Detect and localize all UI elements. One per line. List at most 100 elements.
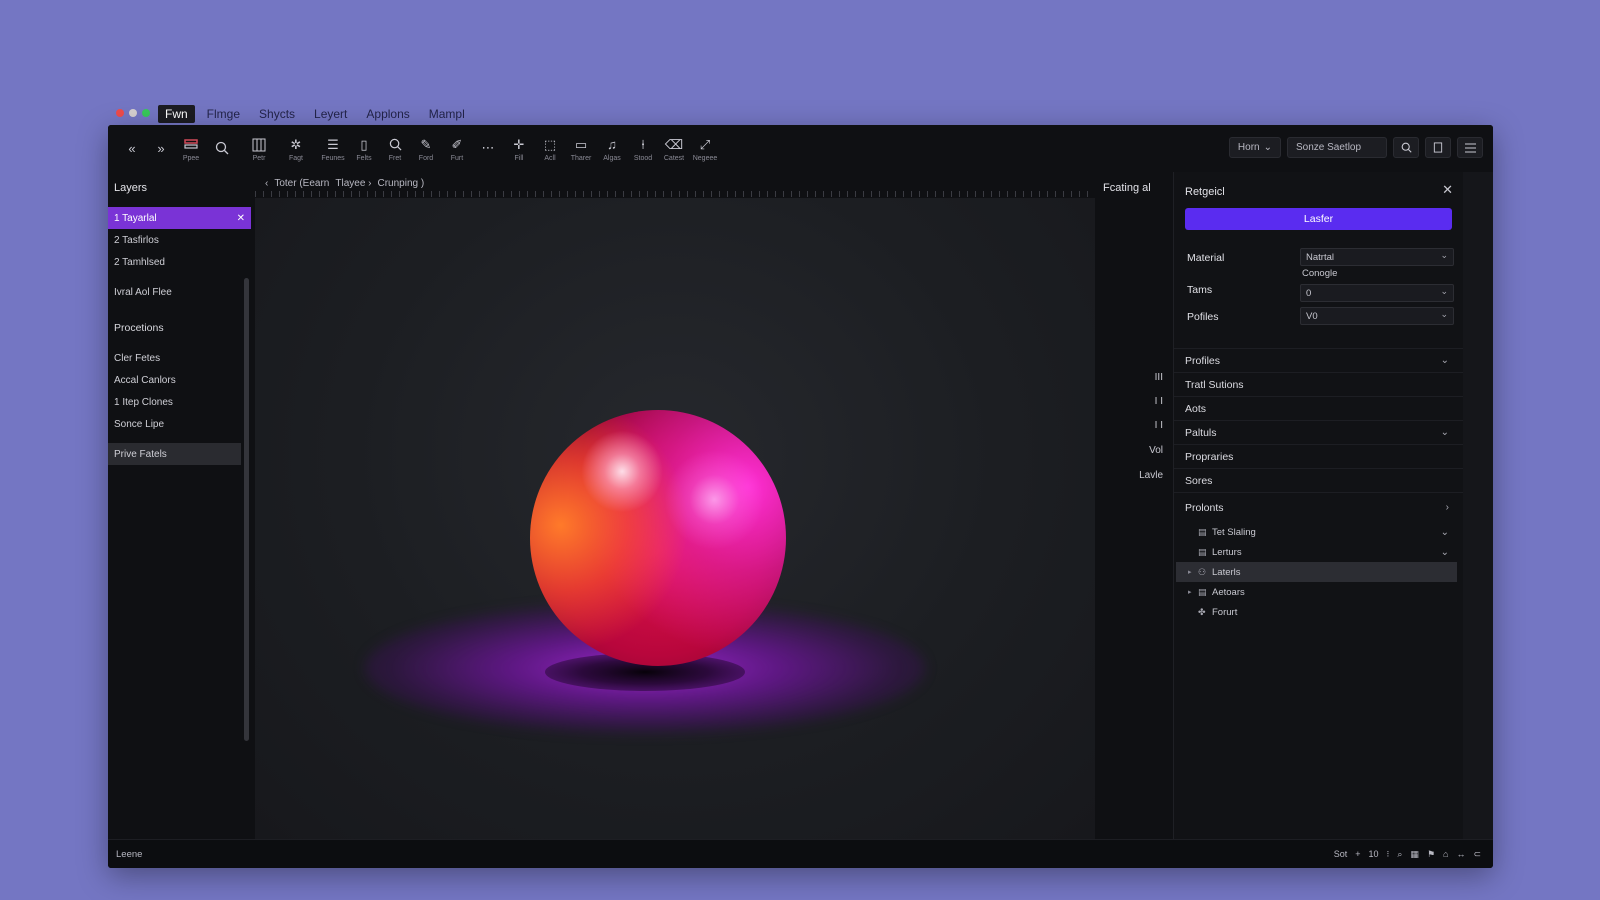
section-aots[interactable]: Aots	[1174, 396, 1463, 420]
expand-triangle-icon[interactable]: ▸	[1188, 568, 1198, 576]
section-transitions[interactable]: Tratl Sutions	[1174, 372, 1463, 396]
list-item[interactable]: Accal Canlors	[108, 369, 251, 391]
toolbar-right: Horn ⌄ Sonze Saetlop	[1228, 137, 1483, 158]
side-strip-item[interactable]: I I	[1155, 420, 1163, 431]
close-icon[interactable]: ✕	[1442, 182, 1453, 198]
close-window-icon[interactable]	[116, 109, 124, 117]
tool-move[interactable]: ✛ Fill	[504, 129, 534, 169]
menu-item-leyert[interactable]: Leyert	[307, 105, 354, 123]
tool-search[interactable]	[207, 129, 237, 169]
tool-eraser[interactable]: ⌫ Catest	[659, 129, 689, 169]
tool-layers[interactable]: Ppee	[176, 129, 206, 169]
link-icon[interactable]: ⊂	[1473, 849, 1481, 860]
search-button[interactable]	[1393, 137, 1419, 158]
menu-item-mampl[interactable]: Mampl	[422, 105, 472, 123]
list-item[interactable]: Sonce Lipe	[108, 413, 251, 435]
chevron-right-double-icon: »	[157, 141, 165, 156]
layers-panel: Layers 1 Tayarlal ✕ 2 Tasfirlos 2 Tamhls…	[108, 172, 255, 839]
tree-item-selected[interactable]: ▸ ⚇ Laterls	[1176, 562, 1457, 582]
flag-icon[interactable]: ⚑	[1427, 849, 1435, 860]
back-button[interactable]: «	[118, 129, 146, 169]
menu-item-shycts[interactable]: Shycts	[252, 105, 302, 123]
search-icon[interactable]: ⌕	[1397, 849, 1402, 860]
list-item[interactable]: Cler Fetes	[108, 347, 251, 369]
side-strip-item[interactable]: III	[1155, 372, 1163, 383]
tool-select[interactable]: ⬚ Acll	[535, 129, 565, 169]
bookmark-button[interactable]	[1425, 137, 1451, 158]
layer-item[interactable]: Ivral Aol Flee	[108, 281, 251, 303]
tree-item[interactable]: ▸ ▤ Aetoars	[1174, 582, 1463, 602]
status-item[interactable]: +	[1355, 849, 1360, 859]
search-input[interactable]: Sonze Saetlop	[1287, 137, 1387, 158]
side-strip-item[interactable]: I I	[1155, 396, 1163, 407]
layers-scrollbar[interactable]	[244, 278, 249, 741]
material-select[interactable]: Natrtal ⌄	[1300, 248, 1454, 266]
tree-item-label: Lerturs	[1212, 546, 1242, 558]
layer-item[interactable]: 1 Tayarlal ✕	[108, 207, 251, 229]
breadcrumb-item[interactable]: Toter (Eearn	[274, 178, 329, 189]
tool-sparkle[interactable]: ✲ Fagt	[281, 129, 311, 169]
menu-item-fwn[interactable]: Fwn	[158, 105, 195, 123]
tree-item[interactable]: ✤ Forurt	[1174, 602, 1463, 622]
search-placeholder: Sonze Saetlop	[1296, 142, 1362, 153]
profiles-select[interactable]: V0 ⌄	[1300, 307, 1454, 325]
menu-item-applons[interactable]: Applons	[359, 105, 416, 123]
gradient-sphere[interactable]	[530, 410, 786, 666]
home-icon[interactable]: ⌂	[1443, 849, 1448, 859]
tree-item[interactable]: ▤ Tet Slaling ⌄	[1174, 522, 1463, 542]
extra-select[interactable]: Conogle	[1302, 268, 1337, 279]
mode-select[interactable]: Horn ⌄	[1228, 137, 1281, 158]
tool-more[interactable]: ⋯	[473, 129, 503, 169]
menu-item-flmge[interactable]: Flmge	[200, 105, 247, 123]
tool-music[interactable]: ♫ Algas	[597, 129, 627, 169]
tool-grid[interactable]: Petr	[244, 129, 274, 169]
breadcrumb-item[interactable]: Crunping )	[378, 178, 425, 189]
breadcrumb-back-icon[interactable]: ‹	[265, 178, 268, 189]
tool-line[interactable]: ⤢ Negeee	[690, 129, 720, 169]
tool-rectangle[interactable]: ▯ Felts	[349, 129, 379, 169]
doc-icon: ▤	[1198, 546, 1207, 557]
tool-camera[interactable]: ▭ Tharer	[566, 129, 596, 169]
section-profiles[interactable]: Profiles ⌄	[1174, 348, 1463, 372]
status-item[interactable]: Sot	[1334, 849, 1348, 859]
tams-select[interactable]: 0 ⌄	[1300, 284, 1454, 302]
section-sores[interactable]: Sores	[1174, 468, 1463, 492]
tool-pen[interactable]: ✎ Ford	[411, 129, 441, 169]
resize-icon[interactable]: ↔	[1456, 849, 1465, 859]
breadcrumb-item[interactable]: Tlayee ›	[335, 178, 371, 189]
status-item[interactable]: 10	[1368, 849, 1378, 859]
close-icon[interactable]: ✕	[237, 213, 245, 224]
section-paltuls[interactable]: Paltuls ⌄	[1174, 420, 1463, 444]
chevron-down-icon: ⌄	[1440, 309, 1448, 319]
tool-knife[interactable]: ⍿ Stood	[628, 129, 658, 169]
layer-item[interactable]: 2 Tamhlsed	[108, 251, 251, 273]
tool-magnify[interactable]: Fret	[380, 129, 410, 169]
tree-item-label: Laterls	[1212, 566, 1241, 578]
maximize-window-icon[interactable]	[142, 109, 150, 117]
side-strip-item[interactable]: Vol	[1149, 445, 1163, 456]
viewport[interactable]	[255, 198, 1095, 839]
chevron-down-icon: ⌄	[1263, 142, 1272, 153]
minimize-window-icon[interactable]	[129, 109, 137, 117]
grid-icon[interactable]: ▦	[1410, 849, 1419, 860]
list-item[interactable]: Prive Fatels	[108, 443, 241, 465]
forward-button[interactable]: »	[147, 129, 175, 169]
property-fields: Material Natrtal ⌄ Conogle Tams 0 ⌄ Pofi…	[1174, 238, 1463, 348]
section-propraries[interactable]: Propraries	[1174, 444, 1463, 468]
chevron-down-icon: ⌄	[1440, 427, 1449, 438]
extra-select-value: Conogle	[1302, 268, 1338, 279]
list-item[interactable]: 1 Itep Clones	[108, 391, 251, 413]
chevron-down-icon: ⌄	[1440, 355, 1449, 366]
tool-brush[interactable]: ✐ Furt	[442, 129, 472, 169]
layer-item[interactable]: 2 Tasfirlos	[108, 229, 251, 251]
expand-triangle-icon[interactable]: ▸	[1188, 588, 1198, 596]
tool-label: Fret	[388, 154, 402, 162]
tree-item[interactable]: ▤ Lerturs ⌄	[1174, 542, 1463, 562]
search-icon	[1401, 142, 1412, 153]
primary-action-button[interactable]: Lasfer	[1185, 208, 1452, 230]
menu-button[interactable]	[1457, 137, 1483, 158]
tool-list[interactable]: ☰ Feunes	[318, 129, 348, 169]
more-vertical-icon[interactable]: ⁝	[1387, 849, 1390, 860]
section-prolonts[interactable]: Prolonts ›	[1174, 492, 1463, 522]
side-strip-item[interactable]: Lavle	[1139, 470, 1163, 481]
